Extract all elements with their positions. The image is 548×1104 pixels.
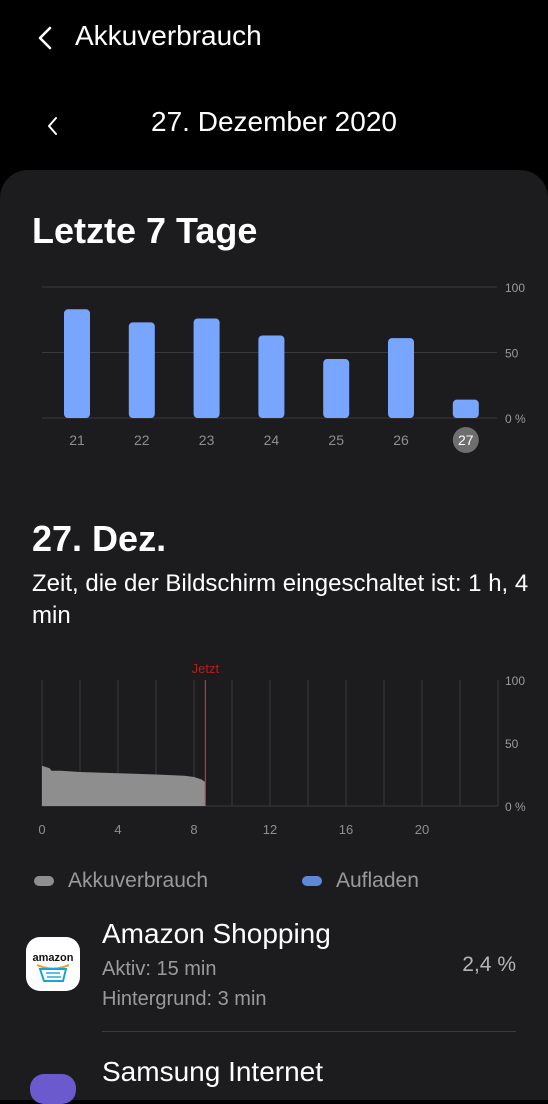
page-title: Akkuverbrauch [75, 20, 262, 51]
app-name[interactable]: Samsung Internet [102, 1056, 323, 1088]
x-tick-label: 26 [393, 432, 409, 448]
day-title: 27. Dez. [32, 518, 167, 559]
divider [102, 1031, 516, 1032]
x-tick-label: 27 [458, 432, 474, 448]
app-background-time: Hintergrund: 3 min [102, 988, 267, 1010]
app-active-time: Aktiv: 15 min [102, 958, 217, 980]
bar-24 [258, 335, 285, 418]
y-tick-label: 50 [505, 347, 519, 361]
legend-charging-label: Aufladen [336, 869, 419, 892]
bar-27 [452, 399, 479, 418]
app-name[interactable]: Amazon Shopping [102, 918, 331, 950]
x-tick-label: 23 [199, 432, 215, 448]
legend-charging: Aufladen [302, 866, 419, 896]
y-tick-label: 0 % [505, 412, 526, 426]
samsung-internet-icon[interactable] [30, 1074, 76, 1104]
app-usage-percent: 2,4 % [462, 953, 516, 976]
legend-usage-label: Akkuverbrauch [68, 869, 209, 892]
day-usage-chart: 100 50 0 % Jetzt 0 4 8 12 16 20 [38, 661, 526, 837]
bar-21 [64, 309, 90, 418]
selected-date: 27. Dezember 2020 [151, 106, 397, 137]
back-arrow-icon [38, 26, 52, 50]
x-tick-label: 0 [38, 822, 45, 837]
back-button[interactable] [28, 18, 64, 58]
svg-text:amazon: amazon [33, 952, 74, 964]
now-label: Jetzt [192, 661, 220, 676]
legend-usage: Akkuverbrauch [34, 866, 208, 896]
week-bar-chart[interactable]: 100 50 0 % 21 22 23 24 25 26 27 [0, 270, 548, 460]
legend-charging-swatch [302, 876, 322, 886]
x-tick-label: 21 [69, 432, 85, 448]
y-tick-label: 50 [505, 737, 519, 751]
x-tick-label: 22 [134, 432, 150, 448]
x-tick-label: 20 [415, 822, 429, 837]
x-tick-label: 12 [263, 822, 277, 837]
x-tick-label: 4 [114, 822, 121, 837]
week-chart-title: Letzte 7 Tage [32, 210, 258, 251]
bar-26 [388, 338, 414, 418]
x-tick-label: 25 [328, 432, 344, 448]
x-tick-label: 16 [339, 822, 353, 837]
bar-25 [323, 359, 350, 418]
amazon-icon[interactable]: amazon [26, 937, 80, 991]
y-tick-label: 100 [505, 674, 525, 688]
usage-area [42, 765, 206, 806]
y-tick-label: 100 [505, 281, 525, 295]
screen-on-time: Zeit, die der Bildschirm eingeschaltet i… [32, 570, 529, 629]
y-tick-label: 0 % [505, 800, 526, 814]
x-tick-label: 8 [190, 822, 197, 837]
legend-usage-swatch [34, 876, 54, 886]
bar-23 [193, 318, 220, 418]
bar-22 [128, 322, 155, 418]
x-tick-label: 24 [264, 432, 280, 448]
